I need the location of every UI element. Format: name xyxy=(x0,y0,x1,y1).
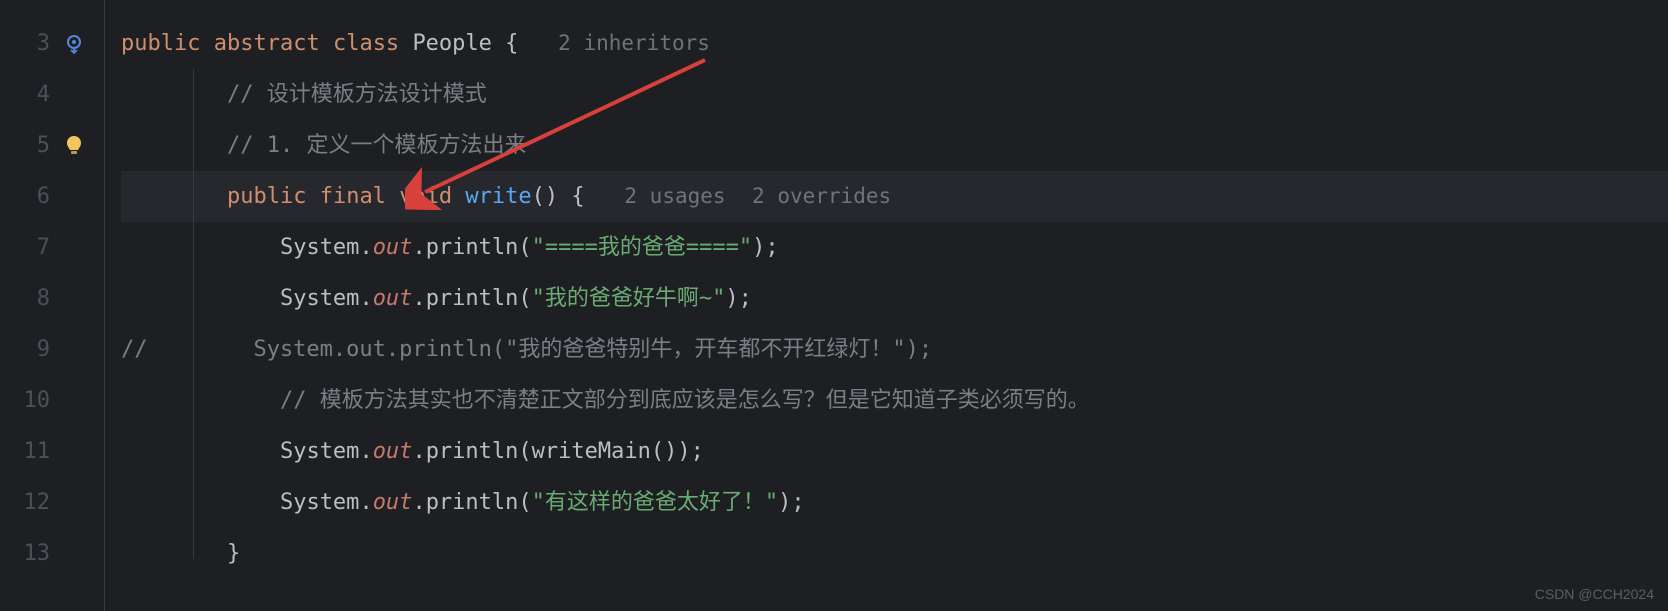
code-line[interactable]: } xyxy=(121,528,1668,579)
line-number: 4 xyxy=(10,78,50,111)
keyword: public xyxy=(121,27,200,60)
code-line[interactable]: System.out.println("有这样的爸爸太好了！"); xyxy=(121,477,1668,528)
inlay-hint-usages[interactable]: 2 usages xyxy=(624,181,725,213)
line-number: 8 xyxy=(10,282,50,315)
keyword: public xyxy=(227,180,306,213)
gutter-line: 5 xyxy=(0,120,104,171)
gutter-line: 9 xyxy=(0,324,104,375)
code-line[interactable]: // 1. 定义一个模板方法出来 xyxy=(121,120,1668,171)
override-icon[interactable] xyxy=(54,34,94,54)
code-line[interactable]: // 设计模板方法设计模式 xyxy=(121,69,1668,120)
gutter-line: 13 xyxy=(0,528,104,579)
commented-out-code: // System.out.println("我的爸爸特别牛，开车都不开红绿灯！… xyxy=(121,333,932,366)
comment: // 设计模板方法设计模式 xyxy=(227,78,487,111)
indent-guide xyxy=(193,69,194,559)
code-area[interactable]: public abstract class People { 2 inherit… xyxy=(105,0,1668,611)
line-number: 11 xyxy=(10,435,50,468)
gutter-line: 7 xyxy=(0,222,104,273)
string-literal: "有这样的爸爸太好了！" xyxy=(532,486,779,519)
code-editor: 3 4 5 6 7 8 9 xyxy=(0,0,1668,611)
gutter-line: 4 xyxy=(0,69,104,120)
code-line[interactable]: System.out.println(writeMain()); xyxy=(121,426,1668,477)
gutter-line: 6 xyxy=(0,171,104,222)
watermark: CSDN @CCH2024 xyxy=(1535,584,1654,605)
gutter: 3 4 5 6 7 8 9 xyxy=(0,0,105,611)
bulb-icon[interactable] xyxy=(54,135,94,157)
code-line[interactable]: public abstract class People { 2 inherit… xyxy=(121,18,1668,69)
class-name: People xyxy=(412,27,491,60)
code-line-current[interactable]: public final void write() { 2 usages 2 o… xyxy=(121,171,1668,222)
gutter-line: 12 xyxy=(0,477,104,528)
line-number: 5 xyxy=(10,129,50,162)
keyword: final xyxy=(320,180,386,213)
line-number: 10 xyxy=(10,384,50,417)
inlay-hint-inheritors[interactable]: 2 inheritors xyxy=(558,28,710,60)
keyword: void xyxy=(399,180,452,213)
code-line[interactable]: // System.out.println("我的爸爸特别牛，开车都不开红绿灯！… xyxy=(121,324,1668,375)
comment: // 模板方法其实也不清楚正文部分到底应该是怎么写？但是它知道子类必须写的。 xyxy=(280,384,1090,417)
line-number: 12 xyxy=(10,486,50,519)
code-line[interactable]: // 模板方法其实也不清楚正文部分到底应该是怎么写？但是它知道子类必须写的。 xyxy=(121,375,1668,426)
string-literal: "我的爸爸好牛啊~" xyxy=(532,282,726,315)
line-number: 6 xyxy=(10,180,50,213)
comment: // 1. 定义一个模板方法出来 xyxy=(227,129,526,162)
method-name: write xyxy=(465,180,531,213)
string-literal: "====我的爸爸====" xyxy=(532,231,752,264)
gutter-line: 3 xyxy=(0,18,104,69)
line-number: 13 xyxy=(10,537,50,570)
inlay-hint-overrides[interactable]: 2 overrides xyxy=(752,181,891,213)
keyword: class xyxy=(333,27,399,60)
code-line[interactable]: System.out.println("====我的爸爸===="); xyxy=(121,222,1668,273)
gutter-line: 10 xyxy=(0,375,104,426)
keyword: abstract xyxy=(214,27,320,60)
gutter-line: 11 xyxy=(0,426,104,477)
line-number: 9 xyxy=(10,333,50,366)
line-number: 7 xyxy=(10,231,50,264)
line-number: 3 xyxy=(10,27,50,60)
code-line[interactable]: System.out.println("我的爸爸好牛啊~"); xyxy=(121,273,1668,324)
gutter-line: 8 xyxy=(0,273,104,324)
